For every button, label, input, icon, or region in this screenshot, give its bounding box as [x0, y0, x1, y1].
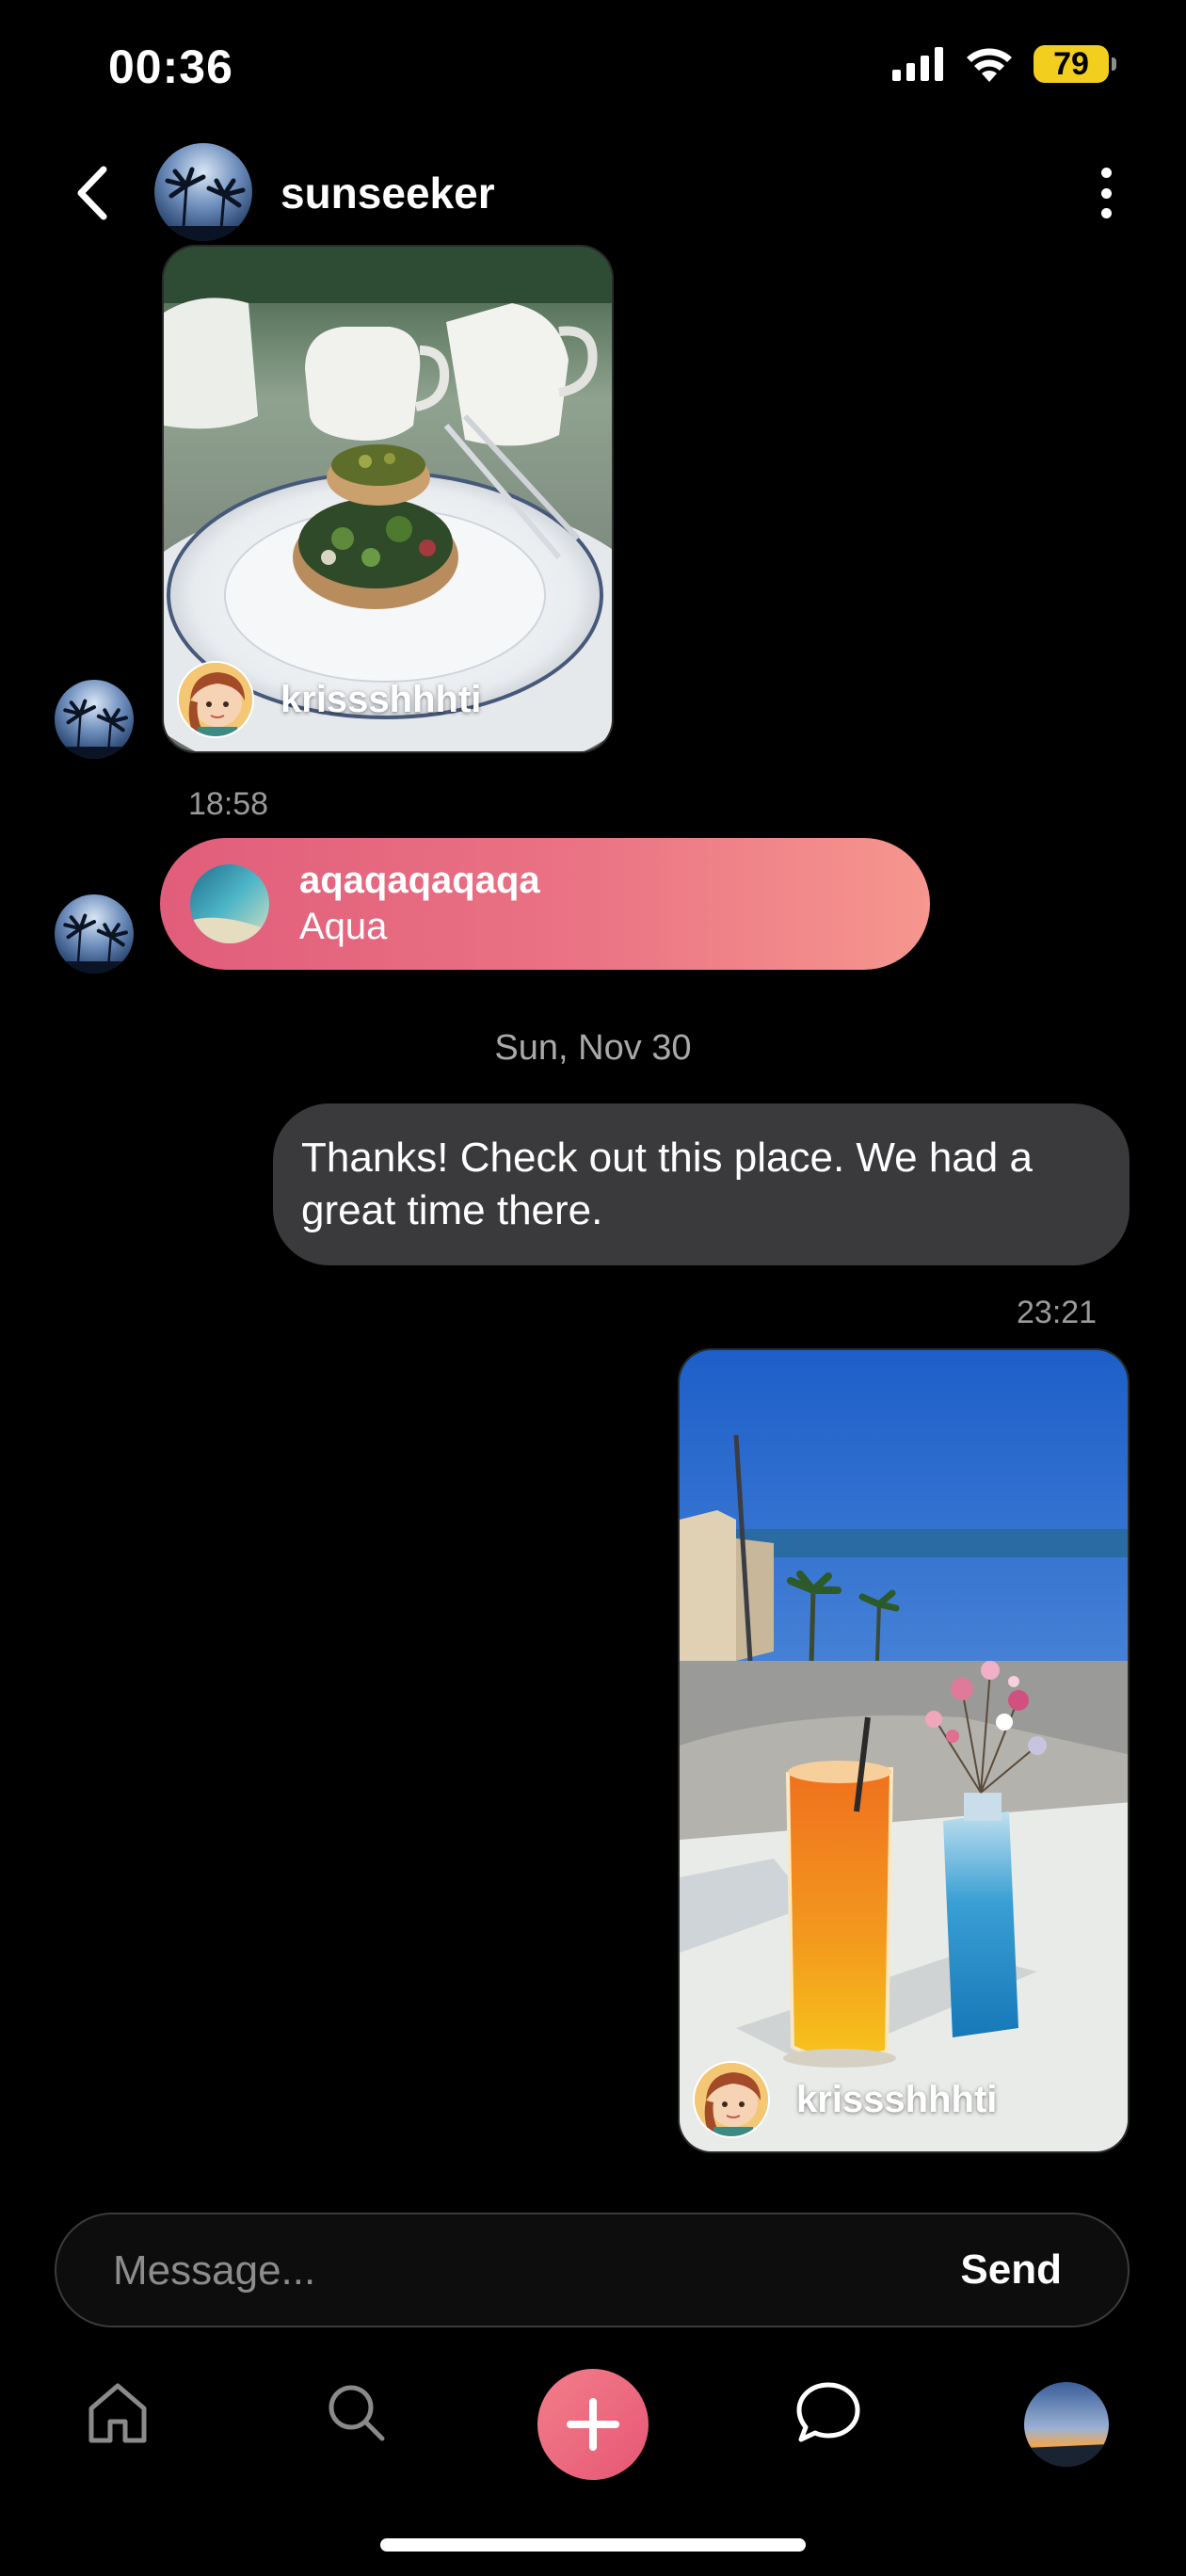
- more-dot: [1100, 168, 1112, 178]
- home-icon: [88, 2383, 147, 2443]
- shared-post-dessert[interactable]: krissshhhti: [162, 245, 614, 753]
- nav-search[interactable]: [299, 2356, 412, 2469]
- message-timestamp: 18:58: [188, 786, 269, 822]
- plus-icon: [567, 2398, 619, 2451]
- message-composer: Send: [55, 2213, 1130, 2327]
- chat-header: sunseeker: [0, 141, 1186, 245]
- send-button[interactable]: Send: [960, 2246, 1062, 2294]
- wifi-icon: [967, 48, 1012, 82]
- owner-avatar: [693, 2061, 770, 2138]
- date-separator: Sun, Nov 30: [494, 1028, 692, 1068]
- shared-profile-username: aqaqaqaqaqa: [299, 860, 540, 901]
- create-button[interactable]: [537, 2369, 649, 2480]
- battery-level: 79: [1053, 45, 1089, 82]
- signal-icon: [892, 47, 943, 81]
- more-dot: [1100, 187, 1112, 199]
- sent-text-message[interactable]: Thanks! Check out this place. We had a g…: [273, 1103, 1130, 1265]
- chat-bubble-icon: [796, 2382, 860, 2442]
- sender-avatar[interactable]: [55, 894, 134, 974]
- back-button[interactable]: [66, 162, 122, 224]
- bottom-navigation: [0, 2354, 1186, 2495]
- shared-profile-text: aqaqaqaqaqa Aqua: [299, 860, 540, 948]
- message-input[interactable]: [113, 2243, 866, 2299]
- status-bar: 00:36 79: [0, 0, 1186, 132]
- status-icons: 79: [892, 45, 1116, 83]
- more-dot: [1100, 208, 1112, 218]
- nav-messages[interactable]: [772, 2356, 885, 2469]
- message-timestamp: 23:21: [1017, 1295, 1098, 1330]
- contact-avatar[interactable]: [154, 143, 252, 241]
- shared-post-drink[interactable]: krissshhhti: [678, 1348, 1130, 2153]
- message-thread[interactable]: krissshhhti 18:58 aqaqaqaqaqa Aqua Sun, …: [0, 245, 1186, 2153]
- owner-avatar: [177, 661, 254, 738]
- nav-profile-avatar[interactable]: [1024, 2382, 1109, 2467]
- shared-profile-avatar: [190, 864, 269, 943]
- post-owner[interactable]: krissshhhti: [693, 2061, 997, 2138]
- shared-profile-name: Aqua: [299, 906, 388, 947]
- owner-username: krissshhhti: [280, 678, 482, 720]
- battery-indicator: 79: [1034, 45, 1116, 83]
- more-options-button[interactable]: [1082, 160, 1130, 226]
- contact-username[interactable]: sunseeker: [280, 168, 495, 218]
- home-indicator[interactable]: [380, 2538, 806, 2552]
- nav-home[interactable]: [61, 2356, 174, 2469]
- post-owner[interactable]: krissshhhti: [177, 661, 481, 738]
- sender-avatar[interactable]: [55, 680, 134, 759]
- drink-photo: [680, 1350, 1128, 2151]
- shared-profile-bubble[interactable]: aqaqaqaqaqa Aqua: [160, 838, 930, 970]
- chevron-left-icon: [77, 166, 107, 220]
- search-icon: [329, 2385, 385, 2441]
- owner-username: krissshhhti: [796, 2078, 998, 2120]
- status-time: 00:36: [108, 40, 233, 93]
